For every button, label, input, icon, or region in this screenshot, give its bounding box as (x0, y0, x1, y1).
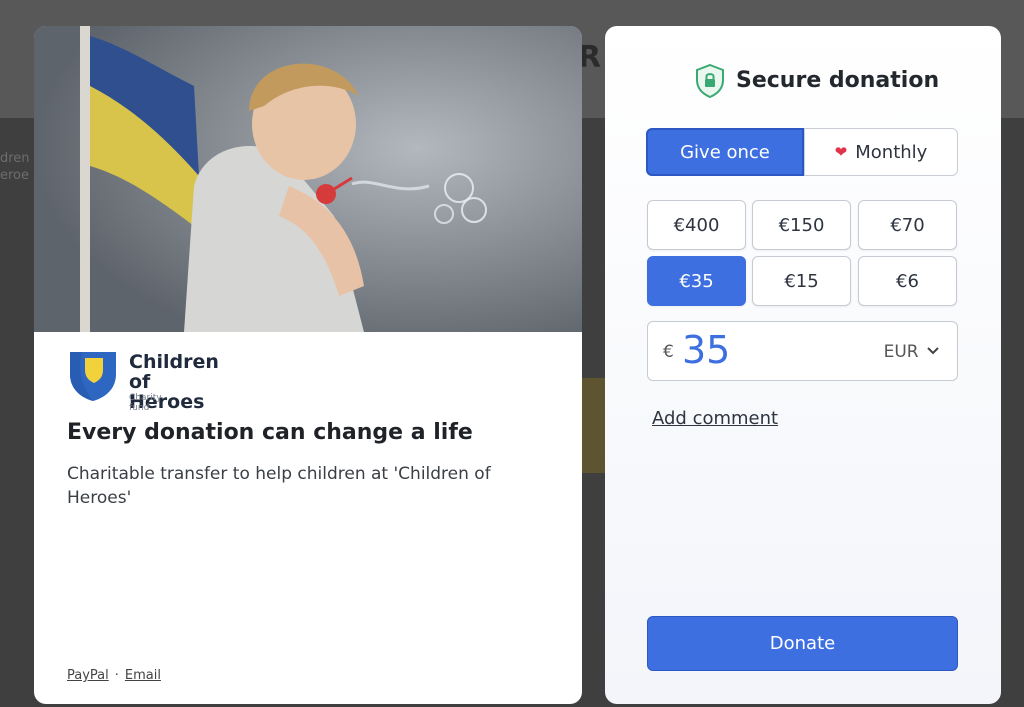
heart-icon: ❤ (834, 143, 848, 161)
footer-separator: · (114, 668, 119, 683)
give-once-button[interactable]: Give once (646, 128, 804, 176)
organization-subtitle: Charity fund (129, 393, 162, 413)
frequency-toggle: Give once ❤ Monthly (646, 128, 958, 176)
campaign-headline: Every donation can change a life (67, 420, 473, 445)
amount-option-15[interactable]: €15 (752, 256, 851, 306)
secure-shield-lock-icon (696, 64, 724, 98)
organization-name-line1: Children (129, 351, 219, 373)
donate-button[interactable]: Donate (647, 616, 958, 671)
monthly-label: Monthly (855, 141, 928, 163)
footer-links: PayPal · Email (67, 668, 161, 683)
custom-amount-input[interactable]: € 35 EUR (647, 321, 958, 381)
donate-label: Donate (769, 633, 836, 654)
hero-illustration (34, 26, 582, 332)
currency-select[interactable]: EUR (884, 342, 939, 362)
amount-option-70[interactable]: €70 (858, 200, 957, 250)
currency-code: EUR (883, 342, 919, 362)
currency-symbol: € (663, 342, 674, 362)
campaign-description: Charitable transfer to help children at … (67, 464, 491, 508)
amount-option-400[interactable]: €400 (647, 200, 746, 250)
hero-photo (34, 26, 582, 332)
campaign-card: Children of Heroes Charity fund Every do… (34, 26, 582, 704)
give-once-label: Give once (680, 141, 770, 163)
amount-option-150[interactable]: €150 (752, 200, 851, 250)
background-text-fragment: dren eroe (0, 151, 30, 183)
widget-title: Secure donation (736, 68, 940, 93)
amount-value[interactable]: 35 (682, 328, 730, 372)
paypal-link[interactable]: PayPal (67, 668, 109, 683)
amount-option-35[interactable]: €35 (647, 256, 746, 306)
amount-option-6[interactable]: €6 (858, 256, 957, 306)
donation-widget: Secure donation Give once ❤ Monthly €400… (605, 26, 1001, 704)
chevron-down-icon (927, 347, 939, 355)
monthly-button[interactable]: ❤ Monthly (804, 128, 958, 176)
background-yellow-block (578, 378, 608, 473)
add-comment-link[interactable]: Add comment (652, 408, 778, 429)
email-link[interactable]: Email (125, 668, 161, 683)
children-of-heroes-logo-icon (70, 352, 116, 401)
